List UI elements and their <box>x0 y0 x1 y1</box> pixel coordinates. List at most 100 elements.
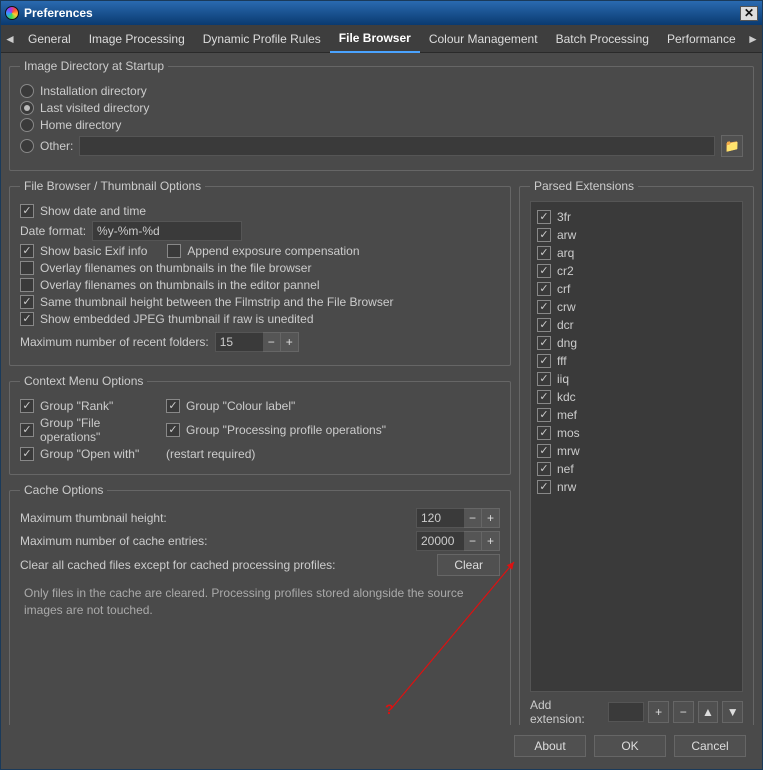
ext-label-3fr: 3fr <box>557 210 571 224</box>
group-profops-checkbox[interactable] <box>166 423 180 437</box>
ext-checkbox-arw[interactable] <box>537 228 551 242</box>
ext-label-mef: mef <box>557 408 577 422</box>
tab-file-browser[interactable]: File Browser <box>330 25 420 53</box>
tab-batch-processing[interactable]: Batch Processing <box>547 25 658 53</box>
startup-group: Image Directory at Startup Installation … <box>9 59 754 171</box>
ext-checkbox-crf[interactable] <box>537 282 551 296</box>
entries-dec-button[interactable]: − <box>464 531 482 551</box>
startup-other-input[interactable] <box>79 136 715 156</box>
recent-folders-input[interactable] <box>215 332 263 352</box>
ext-label-arw: arw <box>557 228 576 242</box>
ext-checkbox-crw[interactable] <box>537 300 551 314</box>
append-exposure-checkbox[interactable] <box>167 244 181 258</box>
cache-entries-label: Maximum number of cache entries: <box>20 534 410 548</box>
date-format-input[interactable] <box>92 221 242 241</box>
embedded-jpeg-checkbox[interactable] <box>20 312 34 326</box>
context-menu-legend: Context Menu Options <box>20 374 147 388</box>
tab-image-processing[interactable]: Image Processing <box>80 25 194 53</box>
startup-radio-1[interactable] <box>20 101 34 115</box>
tab-performance[interactable]: Performance <box>658 25 744 53</box>
show-datetime-checkbox[interactable] <box>20 204 34 218</box>
ext-label-fff: fff <box>557 354 567 368</box>
tab-general[interactable]: General <box>19 25 80 53</box>
group-profops-label: Group "Processing profile operations" <box>186 423 386 437</box>
ext-label-arq: arq <box>557 246 574 260</box>
tab-colour-management[interactable]: Colour Management <box>420 25 547 53</box>
extension-move-down-button[interactable]: ▼ <box>722 701 743 723</box>
extension-move-up-button[interactable]: ▲ <box>698 701 719 723</box>
ext-label-mrw: mrw <box>557 444 580 458</box>
clear-cache-button[interactable]: Clear <box>437 554 500 576</box>
ext-label-dcr: dcr <box>557 318 574 332</box>
cancel-button[interactable]: Cancel <box>674 735 746 757</box>
ext-label-crf: crf <box>557 282 570 296</box>
extension-add-button[interactable]: + <box>648 701 669 723</box>
clear-cache-label: Clear all cached files except for cached… <box>20 558 431 572</box>
recent-dec-button[interactable]: − <box>263 332 281 352</box>
startup-radio-3[interactable] <box>20 139 34 153</box>
recent-inc-button[interactable]: + <box>281 332 299 352</box>
cache-group: Cache Options Maximum thumbnail height: … <box>9 483 511 725</box>
ext-checkbox-mos[interactable] <box>537 426 551 440</box>
ok-button[interactable]: OK <box>594 735 666 757</box>
tabs-scroll-right[interactable]: ► <box>744 32 762 46</box>
startup-browse-button[interactable]: 📁 <box>721 135 743 157</box>
extension-remove-button[interactable]: − <box>673 701 694 723</box>
about-button[interactable]: About <box>514 735 586 757</box>
show-exif-checkbox[interactable] <box>20 244 34 258</box>
parsed-extensions-legend: Parsed Extensions <box>530 179 638 193</box>
window-close-button[interactable]: ✕ <box>740 6 758 21</box>
ext-label-crw: crw <box>557 300 576 314</box>
group-colour-label: Group "Colour label" <box>186 399 295 413</box>
group-rank-checkbox[interactable] <box>20 399 34 413</box>
group-colour-checkbox[interactable] <box>166 399 180 413</box>
thumb-dec-button[interactable]: − <box>464 508 482 528</box>
ext-checkbox-iiq[interactable] <box>537 372 551 386</box>
extensions-list[interactable]: 3frarwarqcr2crfcrwdcrdngfffiiqkdcmefmosm… <box>530 201 743 692</box>
parsed-extensions-group: Parsed Extensions 3frarwarqcr2crfcrwdcrd… <box>519 179 754 725</box>
startup-radio-0[interactable] <box>20 84 34 98</box>
ext-checkbox-mef[interactable] <box>537 408 551 422</box>
group-openwith-label: Group "Open with" <box>40 447 160 461</box>
ext-label-nrw: nrw <box>557 480 576 494</box>
ext-checkbox-cr2[interactable] <box>537 264 551 278</box>
overlay-browser-checkbox[interactable] <box>20 261 34 275</box>
show-datetime-label: Show date and time <box>40 204 146 218</box>
ext-checkbox-nef[interactable] <box>537 462 551 476</box>
overlay-editor-checkbox[interactable] <box>20 278 34 292</box>
ext-label-nef: nef <box>557 462 574 476</box>
ext-checkbox-dcr[interactable] <box>537 318 551 332</box>
startup-radio-2[interactable] <box>20 118 34 132</box>
ext-checkbox-nrw[interactable] <box>537 480 551 494</box>
ext-checkbox-dng[interactable] <box>537 336 551 350</box>
group-openwith-checkbox[interactable] <box>20 447 34 461</box>
group-fileops-checkbox[interactable] <box>20 423 34 437</box>
recent-folders-label: Maximum number of recent folders: <box>20 335 209 349</box>
ext-checkbox-kdc[interactable] <box>537 390 551 404</box>
cache-note: Only files in the cache are cleared. Pro… <box>20 579 500 619</box>
dialog-buttons: About OK Cancel <box>514 735 746 757</box>
cache-entries-input[interactable] <box>416 531 464 551</box>
ext-checkbox-arq[interactable] <box>537 246 551 260</box>
entries-inc-button[interactable]: + <box>482 531 500 551</box>
cache-legend: Cache Options <box>20 483 107 497</box>
ext-checkbox-mrw[interactable] <box>537 444 551 458</box>
thumb-height-input[interactable] <box>416 508 464 528</box>
ext-checkbox-fff[interactable] <box>537 354 551 368</box>
add-extension-input[interactable] <box>608 702 644 722</box>
group-fileops-label: Group "File operations" <box>40 416 160 444</box>
group-rank-label: Group "Rank" <box>40 399 160 413</box>
annotation-question-mark: ? <box>385 701 394 717</box>
thumb-inc-button[interactable]: + <box>482 508 500 528</box>
thumb-height-label: Maximum thumbnail height: <box>20 511 410 525</box>
tab-bar: ◄ GeneralImage ProcessingDynamic Profile… <box>1 25 762 53</box>
tab-dynamic-profile-rules[interactable]: Dynamic Profile Rules <box>194 25 330 53</box>
title-bar: Preferences ✕ <box>1 1 762 25</box>
ext-label-iiq: iiq <box>557 372 569 386</box>
ext-label-dng: dng <box>557 336 577 350</box>
tabs-scroll-left[interactable]: ◄ <box>1 32 19 46</box>
ext-checkbox-3fr[interactable] <box>537 210 551 224</box>
same-height-checkbox[interactable] <box>20 295 34 309</box>
startup-legend: Image Directory at Startup <box>20 59 168 73</box>
app-icon <box>5 6 19 20</box>
